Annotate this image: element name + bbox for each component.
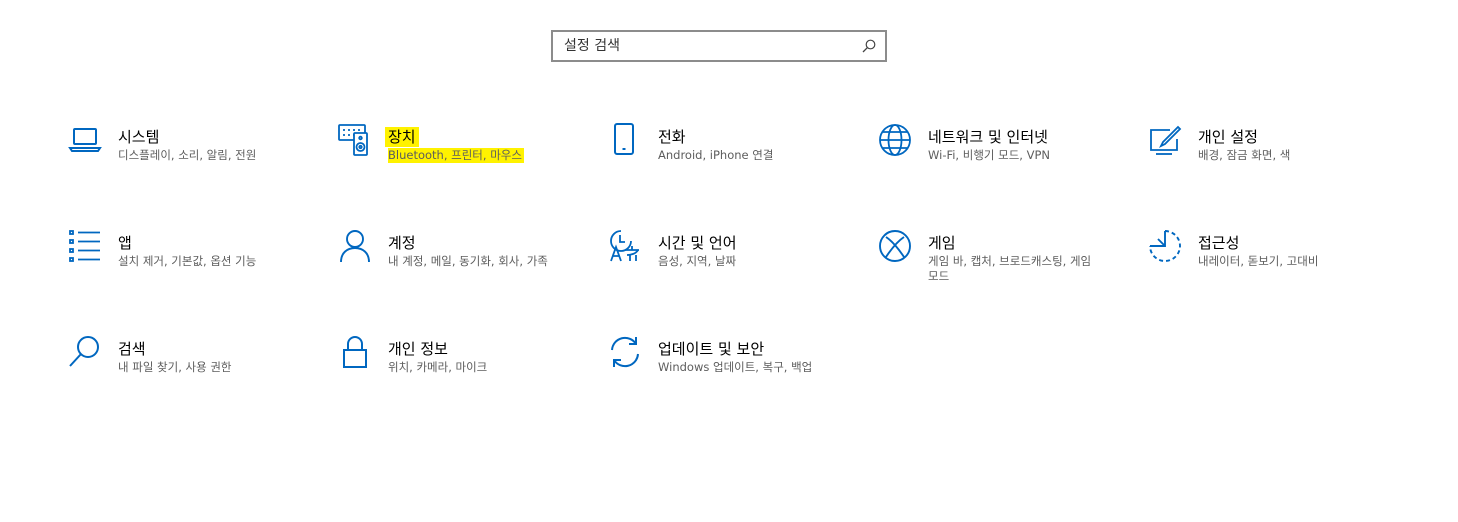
app-list-icon [68,229,102,263]
xbox-icon [878,229,912,263]
tile-description: 디스플레이, 소리, 알림, 전원 [118,148,257,162]
tile-description: 내 계정, 메일, 동기화, 회사, 가족 [388,254,548,268]
tile-devices[interactable]: 장치 Bluetooth, 프린터, 마우스 [338,124,588,207]
tile-title: 게임 [928,234,956,252]
phone-icon [608,123,642,157]
sync-icon [608,335,642,369]
globe-icon [878,123,912,157]
person-icon [338,229,372,263]
tile-title: 전화 [658,128,686,146]
tile-description: Wi-Fi, 비행기 모드, VPN [928,148,1051,162]
magnifier-icon [68,335,102,369]
paint-pen-icon [1148,123,1182,157]
time-language-icon [608,229,642,263]
tile-description: 내 파일 찾기, 사용 권한 [118,360,232,374]
tile-title: 앱 [118,234,132,252]
tile-search[interactable]: 검색 내 파일 찾기, 사용 권한 [68,336,318,419]
settings-search-box[interactable] [551,30,887,62]
tile-title: 시간 및 언어 [658,234,737,252]
search-input[interactable] [564,38,844,54]
tile-description: Android, iPhone 연결 [658,148,774,162]
tile-personalization[interactable]: 개인 설정 배경, 잠금 화면, 색 [1148,125,1398,207]
tile-apps[interactable]: 앱 설치 제거, 기본값, 옵션 기능 [68,230,318,313]
tile-title: 계정 [388,234,416,252]
tile-accounts[interactable]: 계정 내 계정, 메일, 동기화, 회사, 가족 [338,230,588,313]
tile-gaming[interactable]: 게임 게임 바, 캡처, 브로드캐스팅, 게임 모드 [878,230,1128,313]
tile-system[interactable]: 시스템 디스플레이, 소리, 알림, 전원 [68,127,318,207]
tile-title: 네트워크 및 인터넷 [928,128,1048,146]
laptop-icon [68,123,102,157]
tile-update-security[interactable]: 업데이트 및 보안 Windows 업데이트, 복구, 백업 [608,336,858,419]
tile-description: 내레이터, 돋보기, 고대비 [1198,254,1319,268]
tile-description: Bluetooth, 프린터, 마우스 [388,148,524,163]
ease-of-access-icon [1148,229,1182,263]
lock-icon [338,335,372,369]
tile-title: 개인 설정 [1198,128,1258,146]
keyboard-speaker-icon [338,123,372,157]
tile-description: 위치, 카메라, 마이크 [388,360,488,374]
tile-title: 장치 [385,127,419,147]
tile-title: 접근성 [1198,234,1240,252]
tile-time-language[interactable]: 시간 및 언어 음성, 지역, 날짜 [608,230,858,313]
tile-description: 게임 바, 캡처, 브로드캐스팅, 게임 모드 [928,254,1092,283]
tile-title: 개인 정보 [388,340,448,358]
tile-privacy[interactable]: 개인 정보 위치, 카메라, 마이크 [338,336,588,419]
tile-description: Windows 업데이트, 복구, 백업 [658,360,813,374]
tile-ease-of-access[interactable]: 접근성 내레이터, 돋보기, 고대비 [1148,230,1398,313]
tile-description: 음성, 지역, 날짜 [658,254,737,268]
tile-title: 검색 [118,340,146,358]
tile-network[interactable]: 네트워크 및 인터넷 Wi-Fi, 비행기 모드, VPN [878,124,1128,207]
tile-title: 업데이트 및 보안 [658,340,765,358]
tile-phone[interactable]: 전화 Android, iPhone 연결 [608,123,858,207]
tile-description: 배경, 잠금 화면, 색 [1198,148,1291,162]
tile-title: 시스템 [118,128,160,146]
tile-description: 설치 제거, 기본값, 옵션 기능 [118,254,257,268]
search-icon[interactable] [861,38,877,54]
